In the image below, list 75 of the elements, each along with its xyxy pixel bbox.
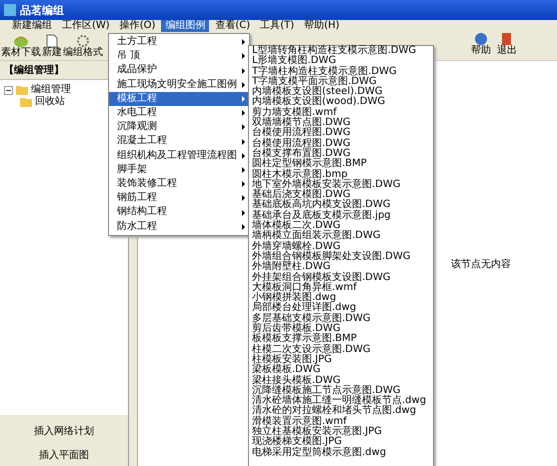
menu-item[interactable]: 新建编组 xyxy=(8,20,56,32)
menu-item[interactable]: 电梯采用定型筒模示意图.dwg xyxy=(249,448,433,458)
menu-item[interactable]: 梁板模板.DWG xyxy=(249,365,433,376)
insert-button[interactable]: 插入网络计划 xyxy=(28,423,100,439)
menu-item[interactable]: 外墙穿墙螺栓.DWG xyxy=(249,242,433,252)
menu-item[interactable]: 梁柱接头模板.DWG xyxy=(249,376,433,386)
menu-item[interactable]: 外墙附壁柱.DWG xyxy=(249,262,433,273)
menu-item[interactable]: 帮助(H) xyxy=(300,20,344,32)
app-icon xyxy=(4,4,16,16)
menu-item[interactable]: 脚手架 xyxy=(109,162,249,178)
menu-item[interactable]: 沉降观测 xyxy=(109,120,249,134)
submenu-arrow-icon xyxy=(242,39,245,46)
menu-item[interactable]: 混凝土工程 xyxy=(109,134,249,149)
menu-item[interactable]: 模板工程 xyxy=(109,92,249,106)
exit-icon xyxy=(500,32,514,46)
menu-item[interactable]: 圆柱木模示意图.bmp xyxy=(249,170,433,180)
tree-item[interactable]: 回收站 xyxy=(35,96,65,108)
toolbar-button[interactable]: 新建 xyxy=(42,34,62,58)
submenu-arrow-icon xyxy=(242,53,245,60)
submenu-arrow-icon xyxy=(242,68,245,74)
menu-item[interactable]: T字墙柱构造柱支模示意图.DWG xyxy=(249,66,433,77)
gear-icon xyxy=(76,34,90,48)
menu-item[interactable]: 墙柄模立面组装示意图.DWG xyxy=(249,231,433,242)
menu-item[interactable]: 土方工程 xyxy=(109,35,249,50)
submenu-arrow-icon xyxy=(242,166,245,173)
menu-item[interactable]: 台模使用流程图.DWG xyxy=(249,138,433,149)
menu-item[interactable]: 防水工程 xyxy=(109,220,249,234)
menu-item[interactable]: 板模板支撑示意图.BMP xyxy=(249,334,433,345)
menu-item[interactable]: 局部楼台处理详图.dwg xyxy=(249,303,433,314)
submenu-arrow-icon xyxy=(242,224,245,230)
submenu-arrow-icon xyxy=(242,124,245,130)
menu-item[interactable]: 装饰装修工程 xyxy=(109,177,249,192)
menu-item[interactable]: 组织机构及工程管理流程图 xyxy=(109,148,249,163)
menu-item[interactable]: 基础底板高坑内模支设图.DWG xyxy=(249,200,433,211)
submenu-arrow-icon xyxy=(242,210,245,216)
toolbar-button[interactable]: 素材下载 xyxy=(1,34,41,58)
empty-message: 该节点无内容 xyxy=(451,258,511,271)
menu-item[interactable]: 柱模二次支设示意图.DWG xyxy=(249,344,433,355)
submenu-arrow-icon xyxy=(242,110,245,116)
menu-item[interactable]: 工作区(W) xyxy=(58,20,114,32)
menu-item[interactable]: 工具(T) xyxy=(256,20,298,32)
submenu-arrow-icon xyxy=(242,82,245,88)
menu-item[interactable]: 操作(O) xyxy=(116,20,160,32)
menu-item[interactable]: 滑模装置示意图.wmf xyxy=(249,416,433,427)
menu-item[interactable]: 编组图例 xyxy=(161,20,210,32)
submenu-arrow-icon xyxy=(242,96,245,102)
submenu-arrow-icon xyxy=(242,152,245,159)
basket-icon xyxy=(13,34,29,48)
tree-item[interactable]: 编组管理 xyxy=(31,84,71,96)
expander-icon[interactable] xyxy=(4,86,13,94)
submenu-arrow-icon xyxy=(242,138,245,145)
menu-item[interactable]: 清水砼的对拉螺栓和堵头节点图.dwg xyxy=(249,406,433,417)
help-icon xyxy=(474,32,488,46)
menu-item[interactable]: L形墙支模图.DWG xyxy=(249,56,433,67)
submenu-arrow-icon xyxy=(242,181,245,188)
folder-icon xyxy=(20,97,32,107)
menu-item[interactable]: 查看(C) xyxy=(211,20,254,32)
toolbar-button[interactable]: 帮助 xyxy=(471,32,491,56)
folder-icon xyxy=(16,85,28,95)
menu-item[interactable]: 吊 顶 xyxy=(109,49,249,64)
menu-item[interactable]: 水电工程 xyxy=(109,106,249,120)
toolbar-button[interactable]: 编组格式 xyxy=(63,34,103,58)
menu-item[interactable]: 内墙模板支设图(wood).DWG xyxy=(249,97,433,108)
menu-item[interactable]: 现浇楼梯支模图.JPG xyxy=(249,437,433,448)
menu-item[interactable]: 台模使用流程图.DWG xyxy=(249,128,433,139)
insert-button[interactable]: 插入平面图 xyxy=(33,447,95,463)
menu-item[interactable]: 圆柱定型钢模示意图.BMP xyxy=(249,159,433,170)
submenu-arrow-icon xyxy=(242,195,245,202)
menu-item[interactable]: 施工现场文明安全施工图例 xyxy=(109,78,249,92)
document-icon xyxy=(46,34,58,48)
menu-item[interactable]: 钢筋工程 xyxy=(109,191,249,206)
menu-item[interactable]: 外挂架组合钢模板支设图.DWG xyxy=(249,272,433,283)
menu-item[interactable]: 钢结构工程 xyxy=(109,205,249,220)
window-title: 品茗编组 xyxy=(20,2,64,18)
toolbar-button[interactable]: 退出 xyxy=(497,32,517,56)
